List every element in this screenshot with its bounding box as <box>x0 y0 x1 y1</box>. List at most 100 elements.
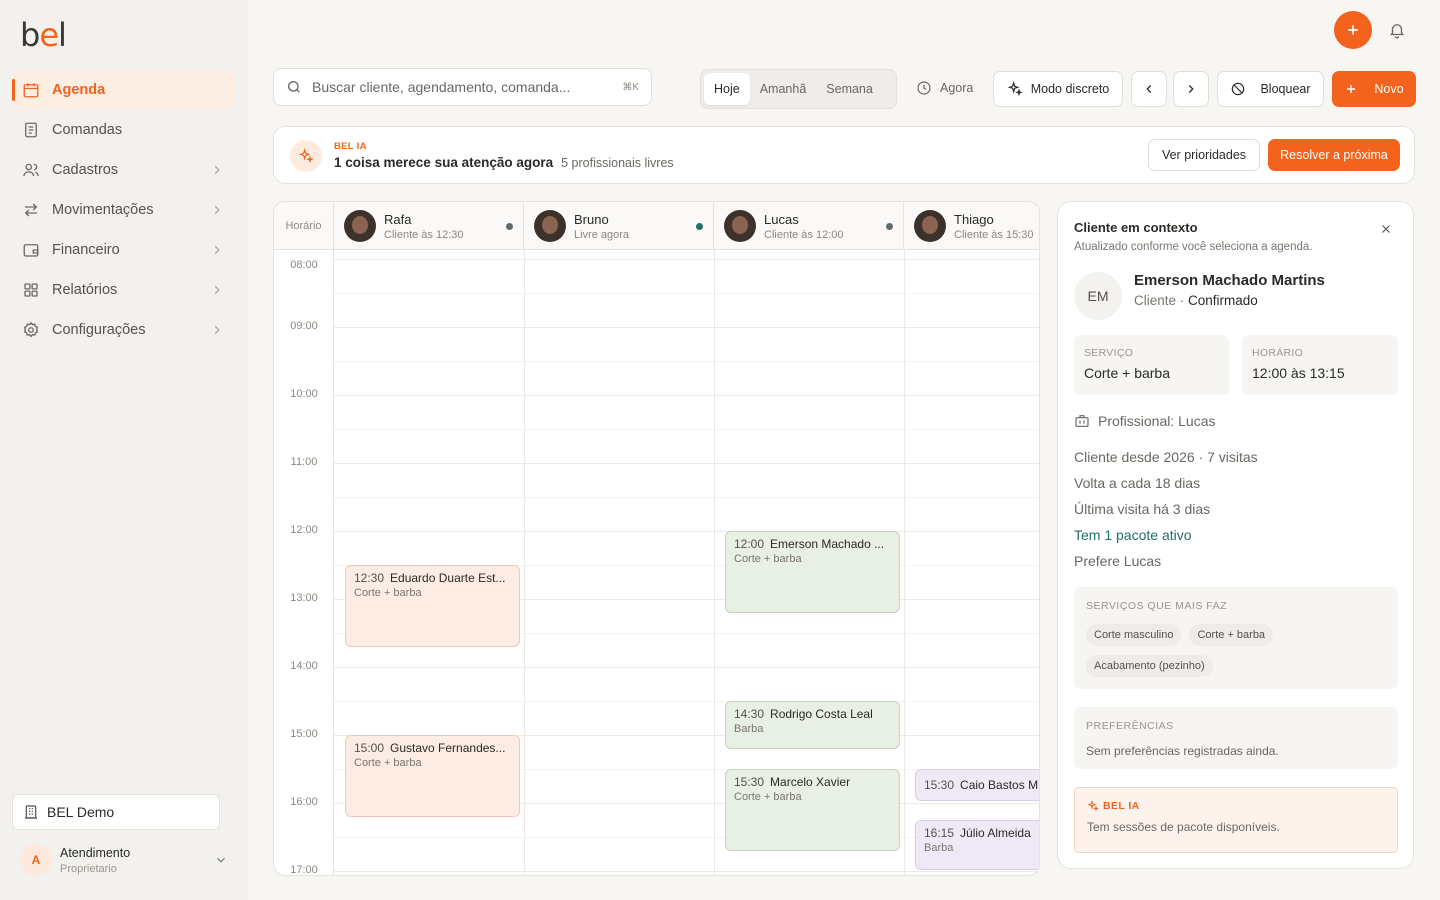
hours-column <box>274 250 334 875</box>
column-divider <box>524 250 525 875</box>
tab-hoje[interactable]: Hoje <box>704 73 750 105</box>
appointment-card[interactable]: 12:00 Emerson Machado ... Corte + barba <box>725 531 900 613</box>
bell-icon[interactable] <box>1388 21 1406 39</box>
sidebar-item-relatorios[interactable]: Relatórios <box>12 271 236 309</box>
user-menu[interactable]: A Atendimento Proprietario <box>12 838 236 882</box>
chevron-right-icon <box>214 206 220 214</box>
chevron-down-icon <box>217 857 225 863</box>
next-day-button[interactable] <box>1173 71 1209 107</box>
search-input[interactable] <box>312 79 623 95</box>
professional-column-bruno[interactable]: Bruno Livre agora <box>524 202 714 250</box>
grid-line <box>334 327 1039 328</box>
sparkle-icon <box>1007 81 1023 97</box>
hour-label: 12:00 <box>290 524 318 536</box>
banner-message: 1 coisa merece sua atenção agora 5 profis… <box>334 155 674 170</box>
grid-line <box>334 871 1039 872</box>
appointment-card[interactable]: 16:15 Júlio Almeida Barba <box>915 820 1039 870</box>
bel-logo[interactable]: bel <box>20 19 67 51</box>
chevron-right-icon <box>214 246 220 254</box>
previous-day-button[interactable] <box>1131 71 1167 107</box>
receipt-icon <box>25 122 37 138</box>
avatar <box>914 210 946 242</box>
appointment-card[interactable]: 14:30 Rodrigo Costa Leal Barba <box>725 701 900 749</box>
status-dot <box>886 223 893 230</box>
sidebar-item-comandas[interactable]: Comandas <box>12 111 236 149</box>
see-priorities-button[interactable]: Ver prioridades <box>1148 139 1260 171</box>
last-visit: Última visita há 3 dias <box>1074 501 1211 517</box>
ai-suggestion-box: BEL IA Tem sessões de pacote disponíveis… <box>1074 787 1398 853</box>
appointment-card[interactable]: 15:00 Gustavo Fernandes... Corte + barba <box>345 735 520 817</box>
grid-line <box>334 395 1039 396</box>
top-services-section: SERVIÇOS QUE MAIS FAZ Corte masculino Co… <box>1074 587 1398 689</box>
client-context-panel: Cliente em contexto Atualizado conforme … <box>1057 201 1414 869</box>
grid-line <box>334 361 1039 362</box>
chevron-left-icon <box>1146 85 1152 93</box>
chevron-right-icon <box>214 166 220 174</box>
service-chip: Corte + barba <box>1189 624 1274 646</box>
client-name: Emerson Machado Martins <box>1134 272 1325 289</box>
avatar: A <box>20 844 52 876</box>
grid-line <box>334 463 1039 464</box>
sidebar: bel Agenda Comandas Cadastros Movimentaç… <box>0 0 248 900</box>
discreet-mode-button[interactable]: Modo discreto <box>993 71 1123 107</box>
hour-label: 14:00 <box>290 660 318 672</box>
grid-line <box>334 531 1039 532</box>
calendar-icon <box>23 83 39 98</box>
new-appointment-button[interactable]: Novo <box>1332 71 1416 107</box>
service-chip: Corte masculino <box>1086 624 1182 646</box>
client-status: Cliente · Confirmado <box>1134 293 1258 308</box>
appointment-card[interactable]: 15:30 Marcelo Xavier Corte + barba <box>725 769 900 851</box>
sidebar-item-agenda[interactable]: Agenda <box>12 71 236 109</box>
gear-icon <box>23 321 39 338</box>
appointment-card[interactable]: 15:30 Caio Bastos M <box>915 769 1039 801</box>
avatar <box>344 210 376 242</box>
panel-subtitle: Atualizado conforme você seleciona a age… <box>1074 241 1313 253</box>
professional-column-rafa[interactable]: Rafa Cliente às 12:30 <box>334 202 524 250</box>
column-divider <box>904 250 905 875</box>
store-name: BEL Demo <box>47 804 115 820</box>
status-dot <box>506 223 513 230</box>
schedule-calendar: Horário Rafa Cliente às 12:30 Bruno Livre … <box>273 201 1040 876</box>
sidebar-item-movimentacoes[interactable]: Movimentações <box>12 191 236 229</box>
hour-label: 10:00 <box>290 388 318 400</box>
now-button[interactable]: Agora <box>916 70 973 106</box>
ai-attention-banner: BEL IA 1 coisa merece sua atenção agora 5… <box>273 126 1415 184</box>
search-shortcut: ⌘K <box>622 81 639 93</box>
sidebar-item-label: Cadastros <box>52 162 119 178</box>
ban-icon <box>1232 82 1245 96</box>
service-chip: Acabamento (pezinho) <box>1086 655 1213 677</box>
grid-line <box>334 701 1039 702</box>
sidebar-item-financeiro[interactable]: Financeiro <box>12 231 236 269</box>
hour-label: 09:00 <box>290 320 318 332</box>
sidebar-item-configuracoes[interactable]: Configurações <box>12 311 236 349</box>
chevron-right-icon <box>214 286 220 294</box>
service-info: SERVIÇO Corte + barba <box>1074 335 1229 395</box>
search-bar[interactable]: ⌘K <box>273 68 652 106</box>
hour-label: 17:00 <box>290 864 318 876</box>
grid-icon <box>24 283 38 297</box>
visit-frequency: Volta a cada 18 dias <box>1074 475 1201 491</box>
preferences-section: PREFERÊNCIAS Sem preferências registrada… <box>1074 707 1398 769</box>
resolve-next-button[interactable]: Resolver a próxima <box>1268 139 1400 171</box>
panel-title: Cliente em contexto <box>1074 220 1198 235</box>
store-selector[interactable]: BEL Demo <box>12 794 220 830</box>
time-info: HORÁRIO 12:00 às 13:15 <box>1242 335 1398 395</box>
quick-add-button[interactable] <box>1334 11 1372 49</box>
column-divider <box>714 250 715 875</box>
professional-column-lucas[interactable]: Lucas Cliente às 12:00 <box>714 202 904 250</box>
hour-label: 08:00 <box>290 259 318 271</box>
appointment-card[interactable]: 12:30 Eduardo Duarte Est... Corte + barba <box>345 565 520 647</box>
avatar <box>534 210 566 242</box>
sidebar-item-cadastros[interactable]: Cadastros <box>12 151 236 189</box>
professional-column-thiago[interactable]: Thiago Cliente às 15:30 <box>904 202 1039 250</box>
tab-amanha[interactable]: Amanhã <box>750 73 817 105</box>
user-name: Atendimento <box>60 845 131 860</box>
users-icon <box>23 163 39 177</box>
block-button[interactable]: Bloquear <box>1217 71 1324 107</box>
chevron-right-icon <box>1188 85 1194 93</box>
banner-sub: 5 profissionais livres <box>561 156 674 170</box>
tab-semana[interactable]: Semana <box>816 73 883 105</box>
close-icon[interactable] <box>1379 222 1393 236</box>
active-package-link[interactable]: Tem 1 pacote ativo <box>1074 527 1192 543</box>
briefcase-icon <box>1075 415 1089 427</box>
